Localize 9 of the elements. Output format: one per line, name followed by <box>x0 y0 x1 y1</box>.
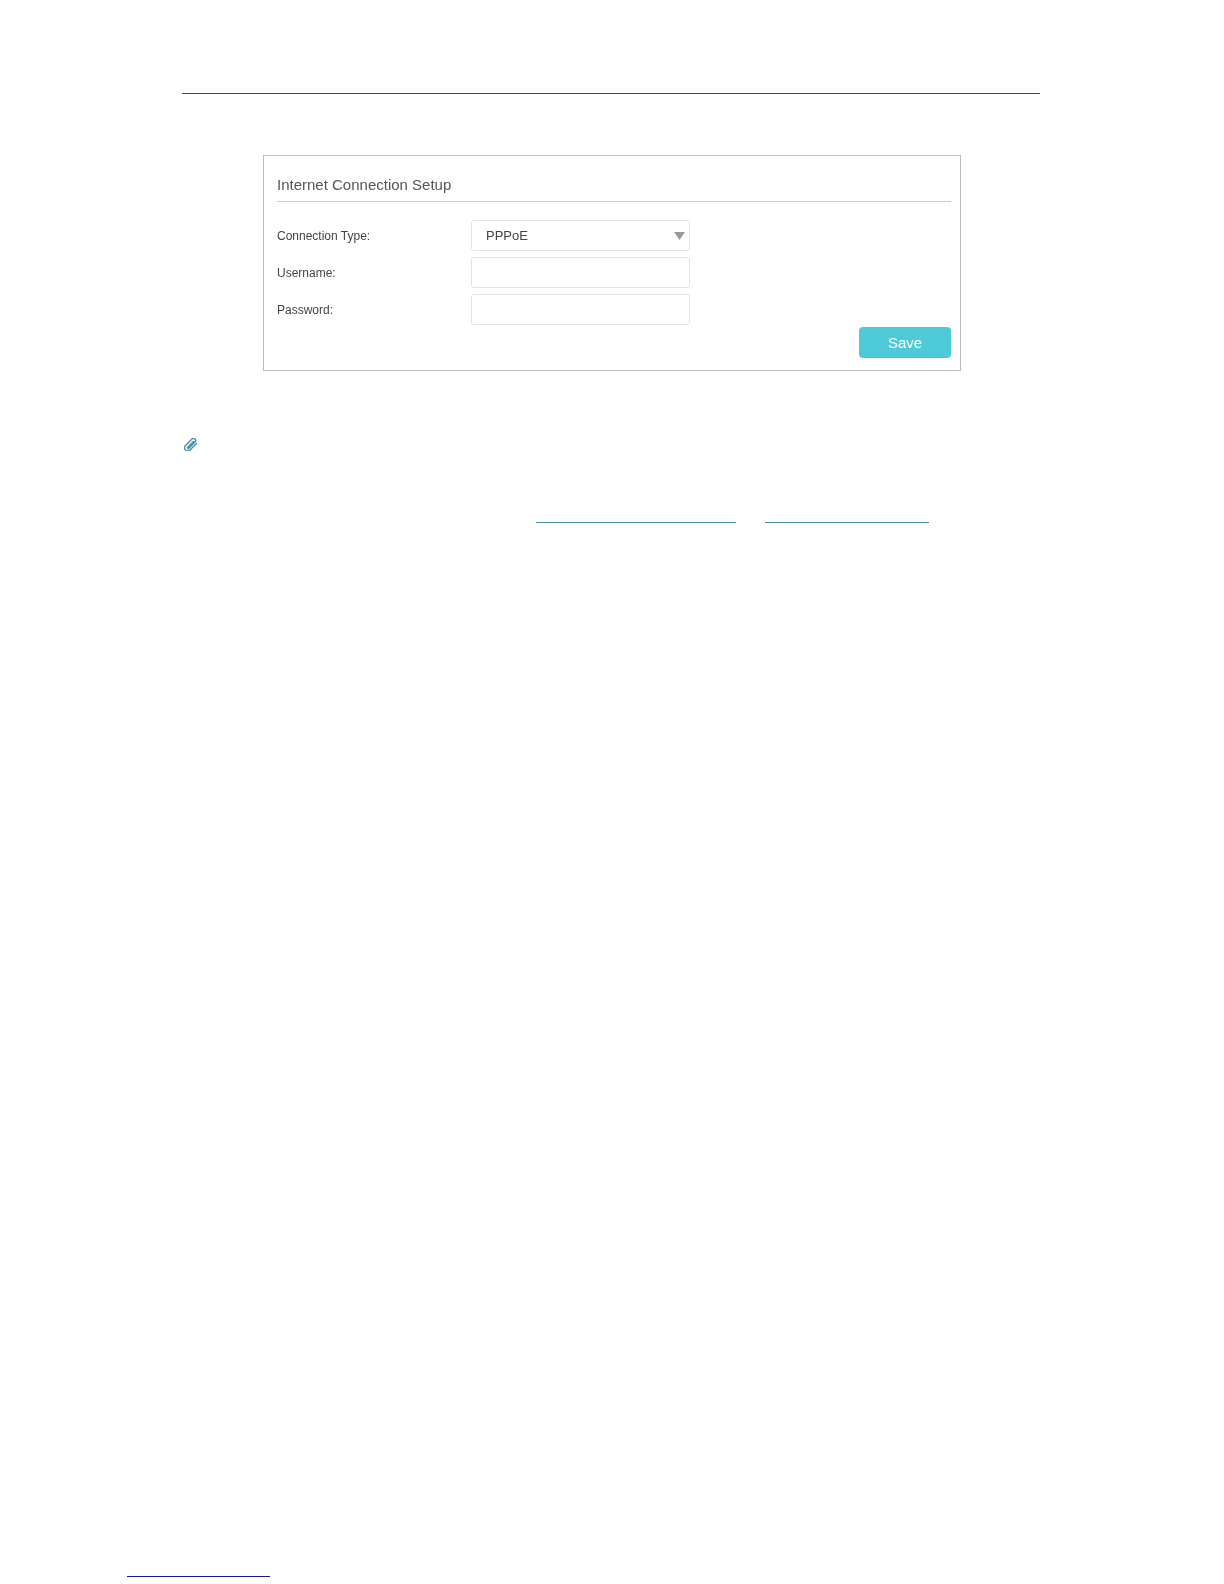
paperclip-icon <box>184 438 198 451</box>
field-label: Password: <box>277 302 335 317</box>
connection-type-dropdown[interactable]: PPPoE <box>471 220 690 251</box>
panel-title: Internet Connection Setup <box>277 176 453 195</box>
field-label: Connection Type: <box>277 228 372 243</box>
input-field[interactable] <box>471 294 690 325</box>
field-label: Username: <box>277 265 337 280</box>
input-field[interactable] <box>471 257 690 288</box>
caret-icon <box>674 231 685 240</box>
